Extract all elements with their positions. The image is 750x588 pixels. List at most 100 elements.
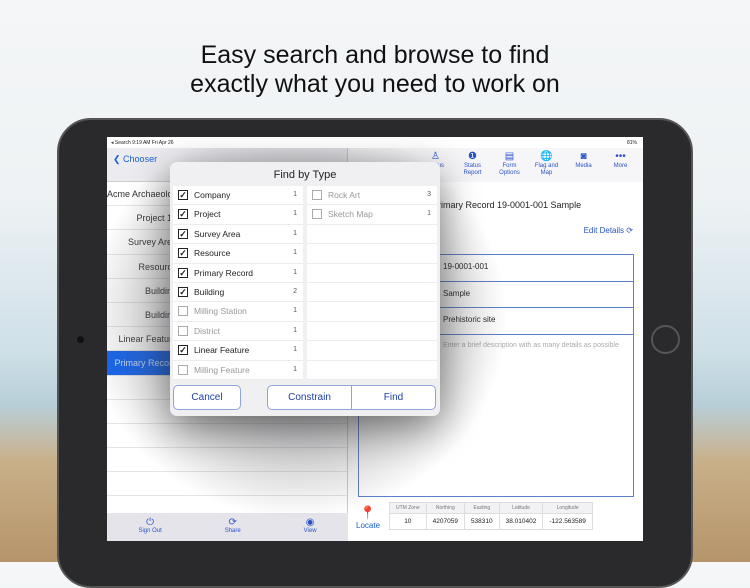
type-count: 1: [427, 210, 431, 218]
type-label: Company: [194, 190, 231, 200]
type-count: 3: [427, 191, 431, 198]
empty-row: [307, 225, 437, 245]
type-list-left: ✓ Company 1 ✓ Project 1 ✓ Survey Area 1 ✓ Resource…: [173, 186, 303, 380]
toolbar-label: Form Options: [499, 163, 520, 176]
status-left: ◂ Search 9:19 AM Fri Apr 26: [111, 140, 174, 146]
sign-out-button[interactable]: ⏻ Sign Out: [138, 513, 161, 541]
left-toolbar: ⏻ Sign Out ⟳ Share ◉ View: [107, 513, 348, 541]
empty-row: [307, 302, 437, 322]
toolbar-media[interactable]: ◙ Media: [567, 148, 600, 182]
headline-line-1: Easy search and browse to find: [200, 41, 550, 69]
empty-row: [307, 322, 437, 342]
type-count: 1: [293, 365, 297, 373]
toolbar-status-report[interactable]: ❶ Status Report: [456, 148, 489, 182]
locate-button[interactable]: 📍 Locate: [356, 505, 380, 530]
checkbox[interactable]: [178, 364, 188, 375]
list-item[interactable]: [107, 448, 347, 473]
record-title: Primary Record 19-0001-001 Sample: [432, 200, 582, 210]
toolbar-label: More: [613, 163, 628, 169]
checkbox[interactable]: ✓: [178, 228, 188, 239]
type-option[interactable]: ✓ Resource 1: [173, 244, 303, 264]
gps-header: UTM Zone: [389, 502, 427, 514]
empty-row: [307, 283, 437, 303]
edit-details-button[interactable]: Edit Details ⟳: [584, 226, 633, 235]
checkbox[interactable]: ✓: [178, 267, 188, 278]
type-list-right: Rock Art 3 Sketch Map 1: [307, 186, 437, 380]
type-option[interactable]: ✓ Linear Feature 1: [173, 341, 303, 361]
type-option[interactable]: ✓ Building 2: [173, 283, 303, 303]
toolbar-label: Flag and Map: [534, 163, 559, 176]
sign-out-label: Sign Out: [138, 528, 162, 534]
eye-icon: ◉: [305, 517, 315, 528]
share-button[interactable]: ⟳ Share: [225, 513, 241, 541]
back-button[interactable]: ❮ Chooser: [113, 154, 157, 165]
toolbar-form-options[interactable]: ▤ Form Options: [493, 148, 526, 182]
type-label: Milling Station: [194, 306, 247, 317]
type-count: 1: [293, 249, 297, 257]
empty-row: [307, 244, 437, 264]
locate-label: Locate: [356, 521, 381, 530]
camera: [77, 336, 84, 343]
globe-icon: 🌐: [540, 151, 553, 162]
constrain-button[interactable]: Constrain: [267, 385, 352, 410]
type-count: 1: [293, 346, 297, 354]
empty-row: [307, 341, 437, 361]
type-count: 1: [293, 210, 297, 218]
form-options-icon: ▤: [504, 151, 515, 162]
type-label: Rock Art: [328, 190, 361, 200]
checkbox[interactable]: ✓: [178, 286, 188, 297]
type-option[interactable]: District 1: [173, 322, 303, 342]
view-button[interactable]: ◉ View: [304, 513, 317, 541]
type-option[interactable]: Rock Art 3: [307, 186, 437, 206]
toolbar-label: Status Report: [463, 163, 482, 176]
type-option[interactable]: Milling Feature 1: [173, 361, 303, 380]
popover-title: Find by Type: [273, 169, 337, 181]
list-item[interactable]: [107, 472, 347, 497]
checkbox[interactable]: ✓: [178, 190, 188, 200]
gps-value: 38.010402: [498, 513, 544, 530]
view-label: View: [303, 528, 317, 534]
type-label: Primary Record: [194, 267, 254, 278]
type-option[interactable]: ✓ Company 1: [173, 186, 303, 206]
edit-label: Edit Details: [583, 226, 625, 235]
type-option[interactable]: ✓ Primary Record 1: [173, 264, 303, 283]
power-icon: ⏻: [146, 517, 155, 528]
type-count: 2: [293, 287, 297, 295]
gps-value: 10: [389, 513, 427, 530]
list-item[interactable]: [107, 424, 347, 449]
toolbar-more[interactable]: ••• More: [604, 148, 637, 182]
back-label: Chooser: [123, 154, 158, 164]
checkbox[interactable]: ✓: [178, 209, 188, 220]
type-option[interactable]: ✓ Survey Area 1: [173, 225, 303, 245]
toolbar-label: Media: [575, 163, 592, 169]
gps-value: 4207059: [425, 513, 465, 530]
type-label: Sketch Map: [328, 209, 373, 220]
share-label: Share: [224, 528, 241, 534]
type-count: 1: [293, 326, 297, 334]
toolbar-flag-and-map[interactable]: 🌐 Flag and Map: [530, 148, 563, 182]
type-label: Resource: [194, 248, 231, 259]
checkbox[interactable]: [312, 190, 322, 200]
type-option[interactable]: Sketch Map 1: [307, 205, 437, 225]
checkbox[interactable]: [178, 306, 188, 317]
gps-header: Latitude: [498, 502, 544, 514]
status-bar: ◂ Search 9:19 AM Fri Apr 26 81%: [107, 137, 643, 148]
gps-header: Easting: [463, 502, 500, 514]
cancel-button[interactable]: Cancel: [173, 385, 241, 410]
checkbox[interactable]: [312, 209, 322, 220]
type-label: Survey Area: [194, 228, 241, 239]
checkbox[interactable]: ✓: [178, 248, 188, 259]
battery-level: 81%: [626, 140, 637, 146]
location-pin-icon: 📍: [359, 505, 377, 520]
screen: ◂ Search 9:19 AM Fri Apr 26 81% ❮ Choose…: [107, 137, 643, 541]
find-button[interactable]: Find: [351, 385, 436, 410]
more-icon: •••: [615, 151, 626, 162]
gps-value: 538310: [463, 513, 500, 530]
checkbox[interactable]: [178, 325, 188, 336]
headline-line-2: exactly what you need to work on: [190, 70, 560, 98]
type-count: 1: [293, 307, 297, 315]
type-option[interactable]: ✓ Project 1: [173, 205, 303, 225]
type-option[interactable]: Milling Station 1: [173, 302, 303, 322]
type-label: Linear Feature: [194, 345, 250, 356]
checkbox[interactable]: ✓: [178, 345, 188, 356]
